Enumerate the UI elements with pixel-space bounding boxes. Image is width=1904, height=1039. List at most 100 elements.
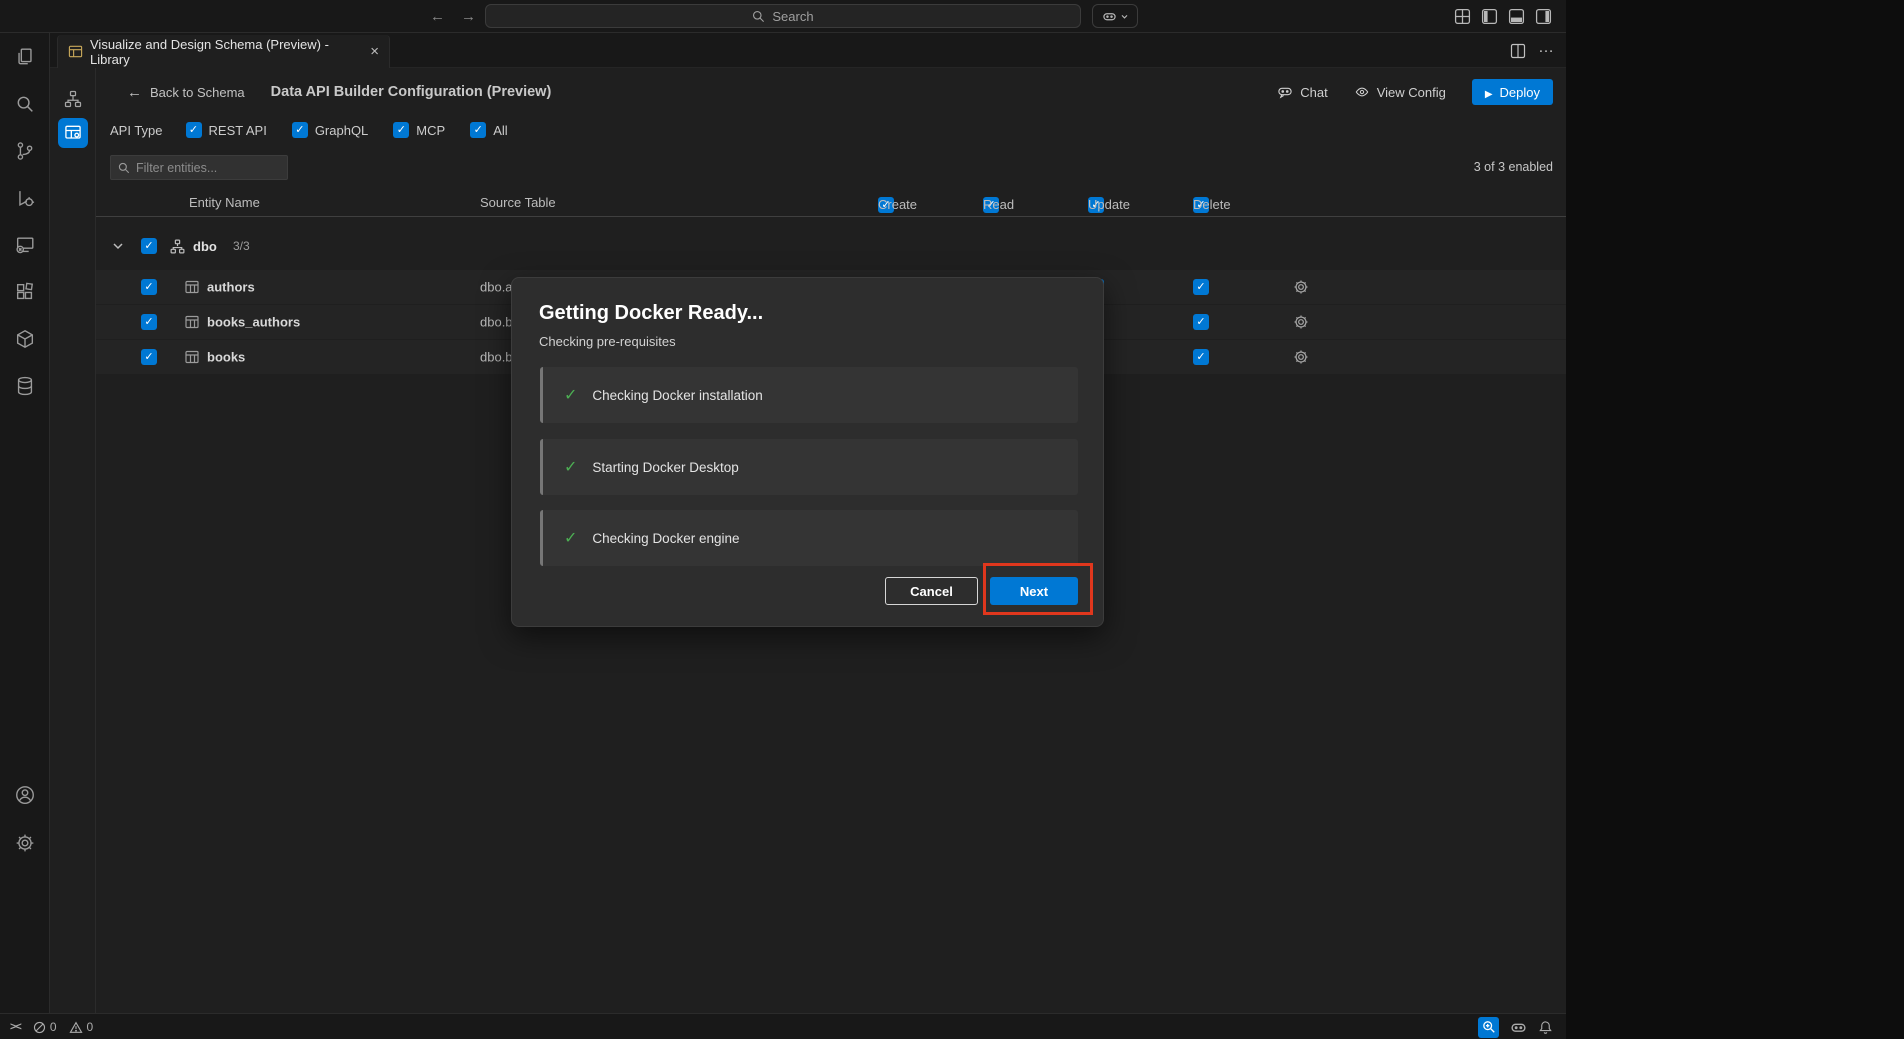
deploy-label: Deploy [1500,85,1540,100]
source-table: dbo.a [480,280,513,295]
col-source-table: Source Table [480,195,556,210]
check-icon [564,457,577,477]
chat-icon [1277,85,1293,100]
delete-checkbox[interactable] [1193,279,1209,295]
cancel-button[interactable]: Cancel [885,577,978,605]
tab-icon [68,44,83,59]
run-debug-icon[interactable] [13,186,37,210]
graphql-checkbox[interactable] [292,122,308,138]
extensions-icon[interactable] [13,280,37,304]
table-icon [184,279,200,295]
view-config-button[interactable]: View Config [1354,85,1446,100]
search-icon[interactable] [13,92,37,116]
search-label: Search [772,9,813,24]
toggle-panel-icon[interactable] [1508,8,1525,25]
warning-triangle-icon [69,1021,83,1034]
docker-ready-dialog: Getting Docker Ready... Checking pre-req… [511,277,1104,627]
tab-visualize-design-schema[interactable]: Visualize and Design Schema (Preview) - … [57,35,390,68]
group-checkbox[interactable] [141,238,157,254]
mcp-option[interactable]: MCP [393,122,445,138]
remote-icon [10,1021,21,1033]
rest-api-checkbox[interactable] [186,122,202,138]
rest-api-option[interactable]: REST API [186,122,267,138]
tab-title: Visualize and Design Schema (Preview) - … [90,37,363,67]
problems-warnings[interactable]: 0 [69,1020,94,1034]
all-checkbox[interactable] [470,122,486,138]
problems-errors[interactable]: 0 [33,1020,57,1034]
nav-back-icon[interactable] [430,8,445,25]
chat-button[interactable]: Chat [1277,85,1327,100]
step-docker-engine: Checking Docker engine [540,510,1078,566]
tab-close-icon[interactable] [370,43,379,60]
mcp-checkbox[interactable] [393,122,409,138]
toggle-secondary-sidebar-icon[interactable] [1535,8,1552,25]
chevron-down-icon[interactable] [110,238,126,254]
row-checkbox[interactable] [141,314,157,330]
mcp-label: MCP [416,123,445,138]
notifications-bell-icon[interactable] [1538,1020,1553,1035]
graphql-label: GraphQL [315,123,368,138]
zoom-indicator[interactable] [1478,1017,1499,1038]
database-icon[interactable] [13,374,37,398]
row-settings-gear-icon[interactable] [1292,348,1310,366]
more-actions-icon[interactable] [1538,42,1554,60]
row-checkbox[interactable] [141,279,157,295]
activity-bar [0,33,50,1013]
eye-icon [1354,85,1370,99]
vscode-window: Search [0,0,1566,1039]
filter-entities-input[interactable] [136,161,280,175]
row-settings-gear-icon[interactable] [1292,278,1310,296]
layout-grid-icon[interactable] [1454,8,1471,25]
split-editor-icon[interactable] [1510,43,1526,59]
status-bar: 0 0 [0,1013,1566,1039]
step-docker-desktop: Starting Docker Desktop [540,439,1078,495]
row-checkbox[interactable] [141,349,157,365]
container-package-icon[interactable] [13,327,37,351]
rest-api-label: REST API [209,123,267,138]
title-bar: Search [0,0,1566,33]
schema-icon [169,238,186,255]
enabled-summary: 3 of 3 enabled [1474,160,1553,174]
chevron-down-icon [1120,12,1129,21]
source-table: dbo.b [480,350,513,365]
copilot-status-icon[interactable] [1510,1020,1527,1035]
settings-gear-icon[interactable] [0,831,50,855]
dialog-title: Getting Docker Ready... [539,302,1076,325]
graphql-option[interactable]: GraphQL [292,122,368,138]
source-control-icon[interactable] [13,139,37,163]
dialog-subtitle: Checking pre-requisites [539,334,1076,349]
play-icon [1485,85,1493,100]
entity-name: authors [207,280,255,295]
back-label: Back to Schema [150,85,245,100]
schema-designer-icon[interactable] [58,84,88,114]
source-table: dbo.b [480,315,513,330]
nav-forward-icon[interactable] [461,8,476,25]
all-option[interactable]: All [470,122,507,138]
filter-entities-field[interactable] [110,155,288,180]
designer-tool-rail [50,68,96,1013]
api-type-filter-row: API Type REST API GraphQL MCP [110,118,508,142]
error-count: 0 [50,1020,57,1034]
dab-config-icon[interactable] [58,118,88,148]
schema-group-row[interactable]: dbo 3/3 [96,228,1566,264]
back-arrow-icon [127,84,142,101]
delete-checkbox[interactable] [1193,349,1209,365]
remote-indicator[interactable] [10,1021,21,1033]
page-title: Data API Builder Configuration (Preview) [271,84,552,100]
row-settings-gear-icon[interactable] [1292,313,1310,331]
deploy-button[interactable]: Deploy [1472,79,1553,105]
table-header: Entity Name Source Table Create Read Upd… [96,193,1566,217]
command-search-box[interactable]: Search [485,4,1081,28]
delete-checkbox[interactable] [1193,314,1209,330]
explorer-icon[interactable] [13,45,37,69]
col-entity-name: Entity Name [189,195,260,210]
toggle-primary-sidebar-icon[interactable] [1481,8,1498,25]
next-button[interactable]: Next [990,577,1078,605]
search-icon [752,10,765,23]
account-icon[interactable] [0,783,50,807]
api-type-label: API Type [110,123,163,138]
table-icon [184,314,200,330]
copilot-menu-button[interactable] [1092,4,1138,28]
back-to-schema-link[interactable]: Back to Schema [127,84,245,101]
remote-window-icon[interactable] [13,233,37,257]
